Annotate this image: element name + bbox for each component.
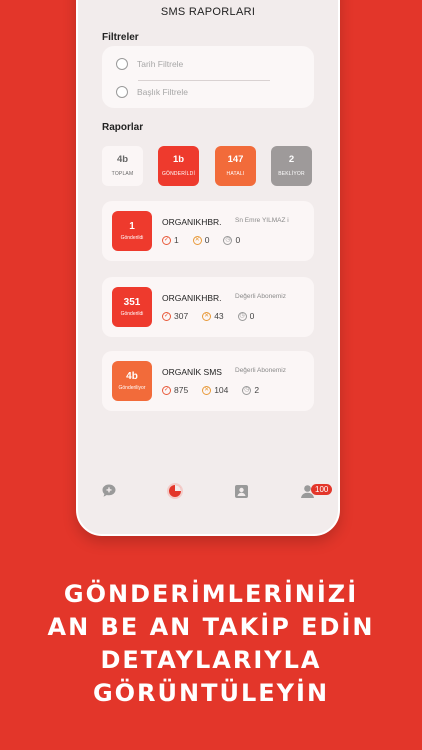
failed-x-icon: ✕ [202,385,212,395]
report-badge-value: 4b [126,371,138,382]
promo-headline: GÖNDERİMLERİNİZİ AN BE AN TAKİP EDİN DET… [0,578,422,710]
promo-line-3: DETAYLARIYLA [100,646,322,674]
stat-total-card[interactable]: 4b TOPLAM [102,146,143,186]
new-message-icon[interactable] [100,482,118,500]
report-sender: ORGANİK SMS [162,367,222,377]
title-filter-label: Başlık Filtrele [137,87,189,97]
date-filter-option[interactable]: Tarih Filtrele [116,58,183,70]
filters-section-label: Filtreler [102,32,139,43]
report-failed-count: 0 [204,235,210,245]
title-filter-radio[interactable] [116,86,128,98]
filter-box: Tarih Filtrele Başlık Filtrele [102,46,314,108]
failed-x-icon: ✕ [192,235,202,245]
sent-check-icon: ✓ [162,311,171,321]
report-pending-count: 0 [249,311,255,321]
stat-failed-card[interactable]: 147 HATALI [215,146,256,186]
reports-section-label: Raporlar [102,122,144,133]
stat-sent-card[interactable]: 1b GÖNDERİLDİ [158,146,199,186]
stat-failed-value: 147 [227,154,244,165]
stat-total-value: 4b [116,154,129,165]
reports-pie-icon[interactable] [166,482,184,500]
report-sender: ORGANIKHBR. [162,293,222,303]
tab-bar [78,478,338,514]
report-sent-count: 1 [174,235,179,245]
report-badge-value: 1 [129,221,135,232]
contacts-icon[interactable] [232,482,250,500]
report-failed-count: 43 [214,311,224,321]
pending-clock-icon: ◷ [223,235,233,245]
date-filter-label: Tarih Filtrele [137,59,184,69]
stat-pending-card[interactable]: 2 BEKLİYOR [271,146,312,186]
report-failed-count: 104 [214,385,229,395]
report-status-badge: 351 Gönderildi [112,287,152,327]
pending-clock-icon: ◷ [242,385,252,395]
phone-screen: SMS RAPORLARI Filtreler Tarih Filtrele B… [76,0,340,536]
stat-total-label: TOPLAM [111,171,134,177]
stat-sent-label: GÖNDERİLDİ [161,171,196,177]
report-stats: ✓ 1 ✕ 0 ◷ 0 [162,235,254,245]
promo-line-1: GÖNDERİMLERİNİZİ [63,580,359,608]
report-card[interactable]: 351 Gönderildi ORGANIKHBR. Değerli Abone… [102,277,314,337]
filter-divider [138,80,270,81]
report-stats: ✓ 875 ✕ 104 ◷ 2 [162,385,273,395]
report-sender: ORGANIKHBR. [162,217,222,227]
report-status-badge: 4b Gönderiliyor [112,361,152,401]
sent-check-icon: ✓ [162,385,171,395]
report-message-preview: Değerli Abonemiz [235,293,286,300]
report-message-preview: Sn Emre YILMAZ i [235,217,289,224]
report-badge-value: 351 [123,297,141,308]
stat-failed-label: HATALI [226,171,245,177]
report-pending-count: 2 [254,385,260,395]
report-message-preview: Değerli Abonemiz [235,367,286,374]
report-badge-label: Gönderildi [120,235,144,241]
report-card[interactable]: 1 Gönderildi ORGANIKHBR. Sn Emre YILMAZ … [102,201,314,261]
pending-clock-icon: ◷ [237,311,247,321]
stat-sent-value: 1b [172,154,185,165]
page-title: SMS RAPORLARI [160,6,256,18]
notification-badge: 100 [311,484,333,495]
sent-check-icon: ✓ [162,235,171,245]
title-filter-option[interactable]: Başlık Filtrele [116,86,188,98]
failed-x-icon: ✕ [202,311,212,321]
promo-line-4: GÖRÜNTÜLEYİN [92,679,330,707]
stat-pending-label: BEKLİYOR [278,171,305,177]
report-badge-label: Gönderildi [120,311,144,317]
report-pending-count: 0 [235,235,241,245]
report-sent-count: 307 [174,311,189,321]
report-status-badge: 1 Gönderildi [112,211,152,251]
promo-line-2: AN BE AN TAKİP EDİN [47,613,375,641]
stat-pending-value: 2 [288,154,295,165]
report-stats: ✓ 307 ✕ 43 ◷ 0 [162,311,268,321]
report-card[interactable]: 4b Gönderiliyor ORGANİK SMS Değerli Abon… [102,351,314,411]
date-filter-radio[interactable] [116,58,128,70]
report-sent-count: 875 [174,385,189,395]
report-badge-label: Gönderiliyor [118,385,146,391]
